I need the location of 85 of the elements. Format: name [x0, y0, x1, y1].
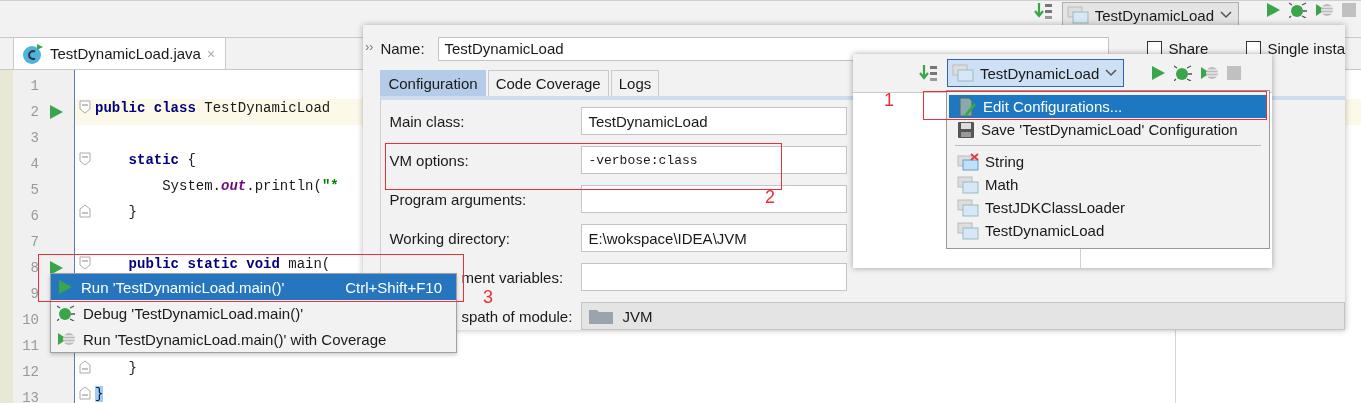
stop-icon — [1341, 2, 1357, 18]
input-field[interactable]: -verbose:class — [581, 146, 848, 174]
sort-icon — [919, 64, 939, 82]
field-label: Program arguments: — [389, 190, 528, 208]
window-icon — [957, 175, 979, 194]
run-gutter-icon — [48, 260, 64, 276]
coverage-icon — [57, 331, 75, 347]
line-number: 1 — [29, 78, 39, 94]
input-field[interactable] — [581, 263, 848, 291]
tab[interactable]: Configuration — [380, 70, 486, 96]
coverage-icon — [1315, 2, 1333, 18]
file-tab[interactable]: TestDynamicLoad.java × — [13, 37, 227, 69]
run-config-dropdown[interactable]: TestDynamicLoad — [947, 59, 1125, 87]
debug-icon — [57, 305, 75, 321]
chevron-icon — [1220, 11, 1232, 19]
input-field[interactable]: TestDynamicLoad — [581, 107, 848, 135]
menu-item[interactable]: Math — [949, 173, 1267, 196]
line-number: 2 — [29, 104, 39, 120]
run-gutter-icon — [48, 104, 64, 120]
code-line: } — [127, 204, 137, 220]
line-number: 8 — [29, 260, 39, 276]
fold-marker-icon[interactable] — [79, 359, 91, 374]
line-number: 10 — [21, 312, 39, 328]
menu-item[interactable]: TestJDKClassLoader — [949, 196, 1267, 219]
code-line: } — [127, 360, 137, 376]
sort-icon — [1033, 2, 1054, 20]
chevron-icon — [1105, 69, 1118, 77]
line-number: 13 — [21, 390, 39, 403]
code-line: System.out.println("* — [161, 178, 339, 194]
class-file-icon — [22, 42, 44, 65]
debug-icon — [1289, 2, 1307, 18]
window-icon — [957, 221, 979, 240]
run-icon — [1150, 65, 1167, 81]
input-field[interactable]: E:\wokspace\IDEA\JVM — [581, 224, 848, 252]
run-icon — [1265, 2, 1281, 18]
menu-item[interactable]: Debug 'TestDynamicLoad.main()' — [51, 300, 456, 326]
field-label: spath of module: — [460, 307, 574, 325]
debug-icon — [1174, 65, 1193, 81]
annotation-number: 1 — [884, 90, 894, 111]
fold-marker-icon[interactable] — [79, 203, 91, 218]
line-number: 4 — [29, 156, 39, 172]
window-icon — [1066, 6, 1089, 24]
run-config-dropdown[interactable]: TestDynamicLoad — [1061, 2, 1239, 28]
folder-icon — [588, 307, 615, 325]
menu-item[interactable]: String — [949, 150, 1267, 173]
tab[interactable]: Code Coverage — [487, 70, 609, 96]
sidebar-toggle[interactable]: ›› — [365, 40, 374, 54]
tab[interactable]: Logs — [610, 70, 660, 96]
module-dropdown[interactable]: JVM — [581, 302, 1345, 330]
module-name: JVM — [622, 307, 653, 325]
input-field[interactable] — [581, 185, 848, 213]
line-number: 6 — [29, 208, 39, 224]
window-icon — [957, 198, 979, 217]
line-number: 5 — [29, 182, 39, 198]
field-label: VM options: — [389, 151, 470, 169]
field-label: Working directory: — [389, 229, 511, 247]
menu-item[interactable]: Edit Configurations... — [949, 95, 1267, 118]
annotation-number: 2 — [765, 187, 775, 208]
annotation-number: 3 — [483, 287, 493, 308]
run-icon — [57, 279, 73, 295]
coverage-icon — [1200, 65, 1219, 81]
fold-marker-icon[interactable] — [79, 385, 91, 400]
code-line: static { — [127, 152, 196, 168]
menu-item[interactable]: Save 'TestDynamicLoad' Configuration — [949, 118, 1267, 141]
code-line: public static void main( — [127, 256, 331, 272]
menu-item[interactable]: Run 'TestDynamicLoad.main()' with Coverage — [51, 326, 456, 352]
line-number: 3 — [29, 130, 39, 146]
window-icon — [952, 64, 974, 82]
menu-item[interactable]: TestDynamicLoad — [949, 219, 1267, 242]
field-label: Main class: — [389, 112, 466, 130]
name-label: Name: — [380, 40, 426, 57]
checkbox-label: Single insta — [1267, 40, 1345, 57]
line-number: 9 — [29, 286, 39, 302]
fold-marker-icon[interactable] — [79, 99, 91, 114]
menu-item[interactable]: Run 'TestDynamicLoad.main()' Ctrl+Shift+F10 — [51, 274, 456, 300]
line-number: 7 — [29, 234, 39, 250]
stop-icon — [1226, 65, 1243, 81]
edit-config-icon — [957, 96, 977, 117]
line-number: 12 — [21, 364, 39, 380]
fold-marker-icon[interactable] — [79, 255, 91, 270]
error-window-icon — [957, 152, 979, 171]
checkbox-label: Share — [1168, 40, 1209, 57]
code-line: public class TestDynamicLoad — [95, 100, 331, 116]
fold-marker-icon[interactable] — [79, 151, 91, 166]
line-number: 11 — [21, 338, 39, 354]
